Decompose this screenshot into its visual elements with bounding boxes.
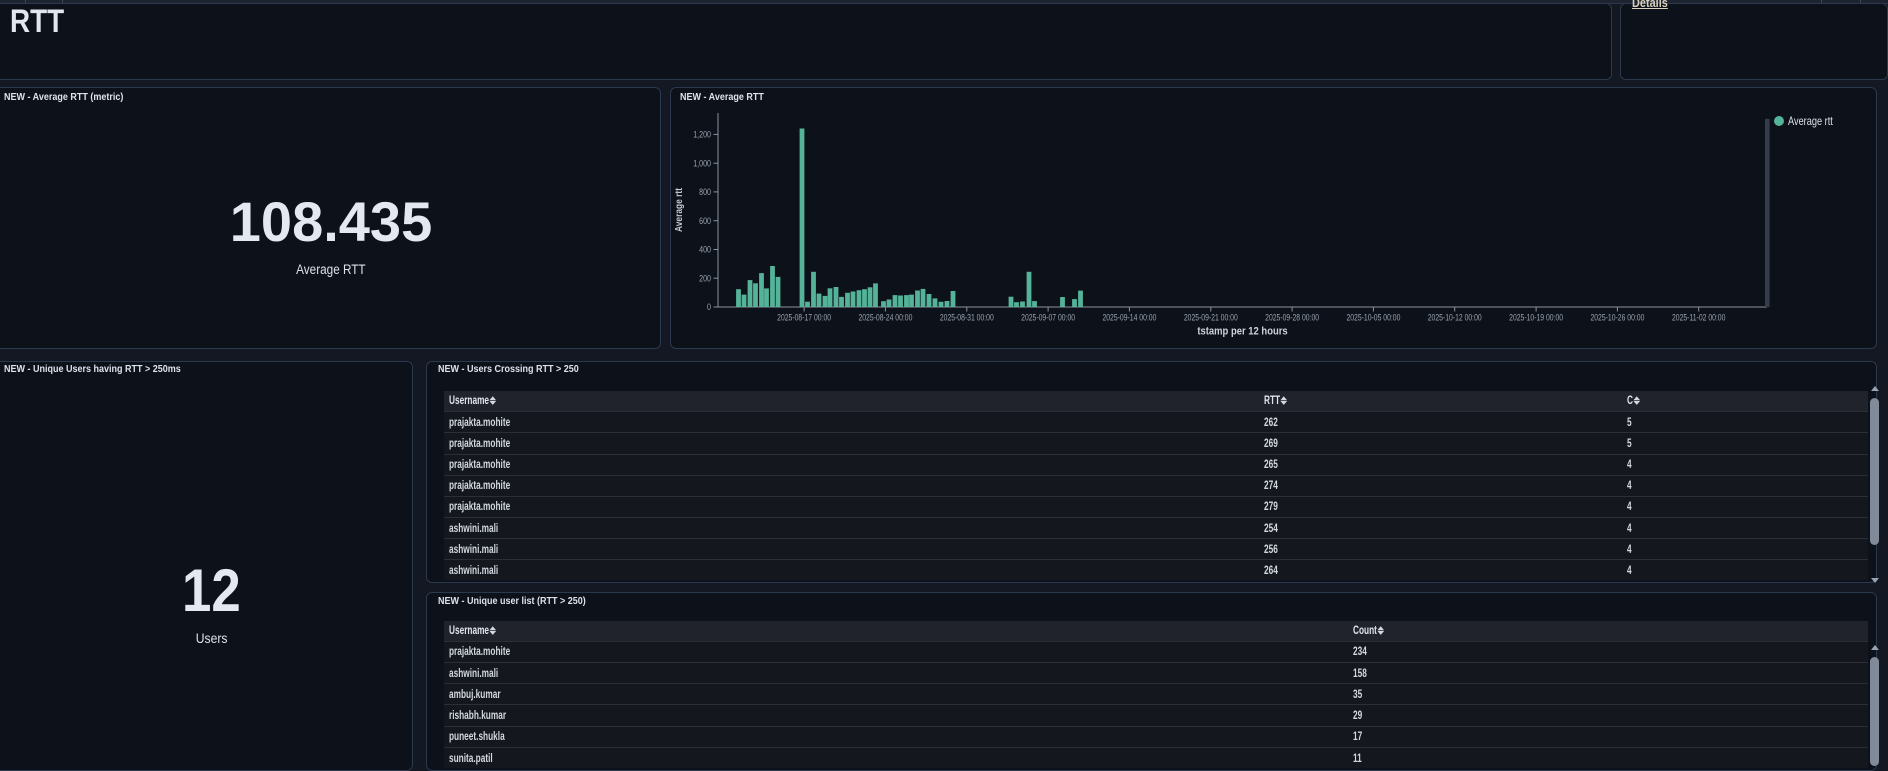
svg-text:2025-09-21 00:00: 2025-09-21 00:00 <box>1183 312 1237 322</box>
svg-text:1,200: 1,200 <box>693 129 711 140</box>
svg-text:2025-09-07 00:00: 2025-09-07 00:00 <box>1021 312 1075 322</box>
svg-text:2025-10-12 00:00: 2025-10-12 00:00 <box>1427 312 1481 322</box>
svg-text:1,000: 1,000 <box>693 157 711 168</box>
svg-text:2025-08-31 00:00: 2025-08-31 00:00 <box>939 312 993 322</box>
svg-text:400: 400 <box>699 244 711 255</box>
svg-text:Average rtt: Average rtt <box>673 187 685 232</box>
svg-text:2025-09-28 00:00: 2025-09-28 00:00 <box>1265 312 1319 322</box>
svg-text:2025-08-17 00:00: 2025-08-17 00:00 <box>777 312 831 322</box>
svg-text:2025-08-24 00:00: 2025-08-24 00:00 <box>858 312 912 322</box>
svg-text:tstamp per 12 hours: tstamp per 12 hours <box>1197 326 1288 338</box>
svg-text:0: 0 <box>707 301 711 312</box>
svg-text:2025-09-14 00:00: 2025-09-14 00:00 <box>1102 312 1156 322</box>
svg-text:2025-11-02 00:00: 2025-11-02 00:00 <box>1671 312 1725 322</box>
svg-text:2025-10-26 00:00: 2025-10-26 00:00 <box>1590 312 1644 322</box>
svg-text:600: 600 <box>699 215 711 226</box>
svg-text:200: 200 <box>699 272 711 283</box>
svg-text:2025-10-05 00:00: 2025-10-05 00:00 <box>1346 312 1400 322</box>
svg-text:2025-10-19 00:00: 2025-10-19 00:00 <box>1509 312 1563 322</box>
svg-text:Average rtt: Average rtt <box>1788 116 1833 128</box>
svg-text:800: 800 <box>699 186 711 197</box>
